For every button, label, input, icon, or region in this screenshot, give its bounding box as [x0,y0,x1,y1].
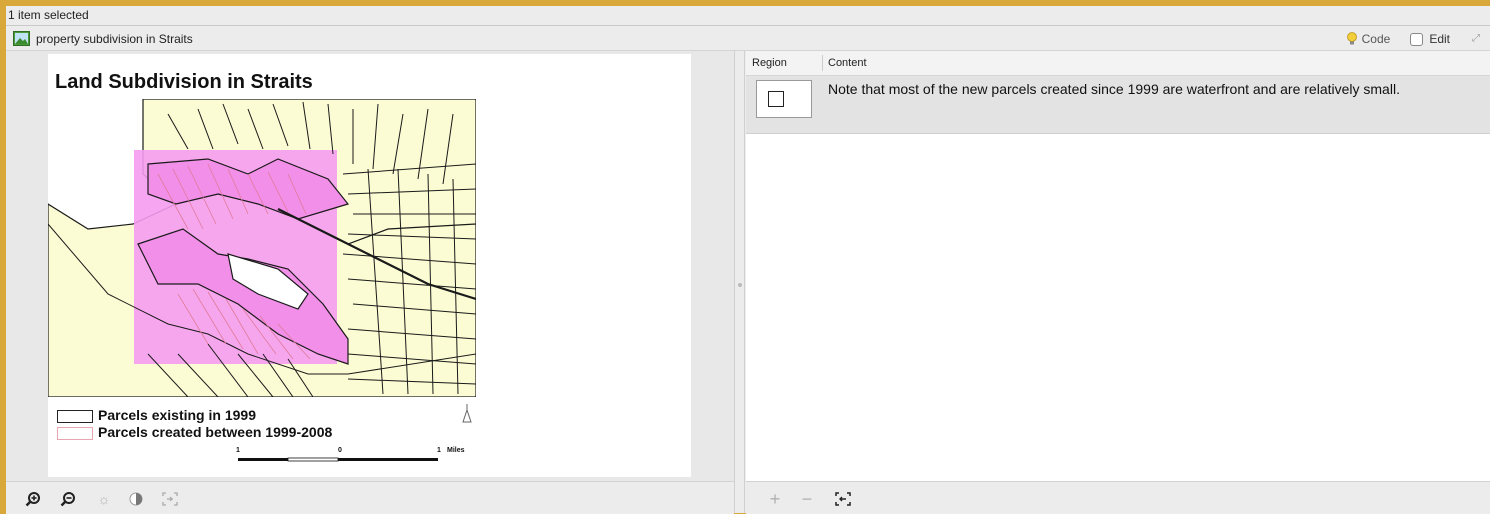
legend-swatch-new [57,427,93,440]
scale-middle-label: 0 [338,447,342,454]
selection-status: 1 item selected [8,8,89,22]
scale-unit-label: Miles [447,447,465,454]
region-thumbnail[interactable] [756,80,812,118]
table-row[interactable]: Note that most of the new parcels create… [746,76,1490,134]
legend-swatch-existing [57,410,93,423]
table-toolbar: + − [746,481,1490,514]
coding-table: Region Content Note that most of the new… [746,51,1490,481]
column-divider[interactable] [822,55,823,71]
remove-icon[interactable]: − [798,489,816,509]
legend-item: Parcels created between 1999-2008 [98,424,333,440]
pane-splitter[interactable] [734,51,745,513]
column-header-content[interactable]: Content [828,57,867,69]
legend-item: Parcels existing in 1999 [98,407,256,423]
row-content[interactable]: Note that most of the new parcels create… [828,80,1448,98]
map-image[interactable]: Land Subdivision in Straits Parcels exis… [48,54,691,477]
column-header-region[interactable]: Region [752,57,787,69]
edit-checkbox[interactable] [1410,32,1424,46]
add-icon[interactable]: + [766,489,784,509]
zoom-out-icon[interactable] [59,490,77,508]
brightness-icon[interactable]: ☼ [95,490,113,508]
app-window: 1 item selected property subdivision in … [6,6,1490,514]
scale-right-label: 1 [437,447,441,454]
select-region-icon[interactable] [834,490,852,508]
image-toolbar: ☼ [6,481,734,514]
map-title: Land Subdivision in Straits [55,71,313,93]
expand-icon[interactable]: ⤢ [1472,33,1486,45]
document-name: property subdivision in Straits [36,32,193,46]
image-viewer: Land Subdivision in Straits Parcels exis… [6,51,734,481]
scale-left-label: 1 [236,447,240,454]
zoom-in-icon[interactable] [24,490,42,508]
table-header: Region Content [746,51,1490,76]
splitter-handle[interactable] [738,283,742,287]
fit-icon[interactable] [161,490,179,508]
status-bar: 1 item selected [6,6,1490,26]
edit-label: Edit [1429,32,1450,46]
code-button[interactable]: Code [1346,32,1391,46]
contrast-icon[interactable] [127,490,145,508]
document-title-bar: property subdivision in Straits Code Edi… [6,27,1490,51]
edit-toggle[interactable]: Edit [1410,32,1450,46]
code-label: Code [1361,32,1391,46]
region-square-icon [768,91,784,107]
image-document-icon [13,31,30,46]
lightbulb-icon [1346,32,1357,45]
